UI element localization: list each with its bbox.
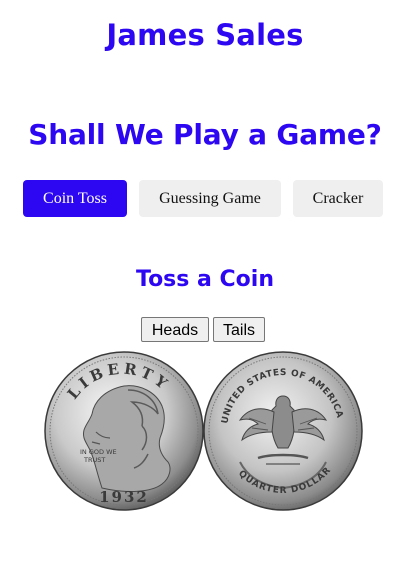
tails-button[interactable]: Tails [213,317,265,342]
site-title: James Sales [106,18,304,52]
game-tabs: Coin Toss Guessing Game Cracker [0,180,410,218]
coin-reverse: UNITED STATES OF AMERICA QUARTER DOLLAR [203,351,363,511]
obverse-year: 1932 [99,488,149,506]
toss-coin-heading: Toss a Coin [135,267,274,292]
heads-button[interactable]: Heads [141,317,209,342]
tab-cracker[interactable]: Cracker [293,180,383,217]
coin-obverse: LIBERTY IN GOD WE TRUST 1932 [44,351,204,511]
tab-guessing-game[interactable]: Guessing Game [139,180,281,217]
tab-coin-toss[interactable]: Coin Toss [23,180,127,217]
obverse-motto: IN GOD WE [80,448,117,456]
page-heading: Shall We Play a Game? [28,118,382,151]
quarter-coin-image: LIBERTY IN GOD WE TRUST 1932 UNITED STAT… [44,351,363,511]
svg-text:TRUST: TRUST [83,456,105,464]
